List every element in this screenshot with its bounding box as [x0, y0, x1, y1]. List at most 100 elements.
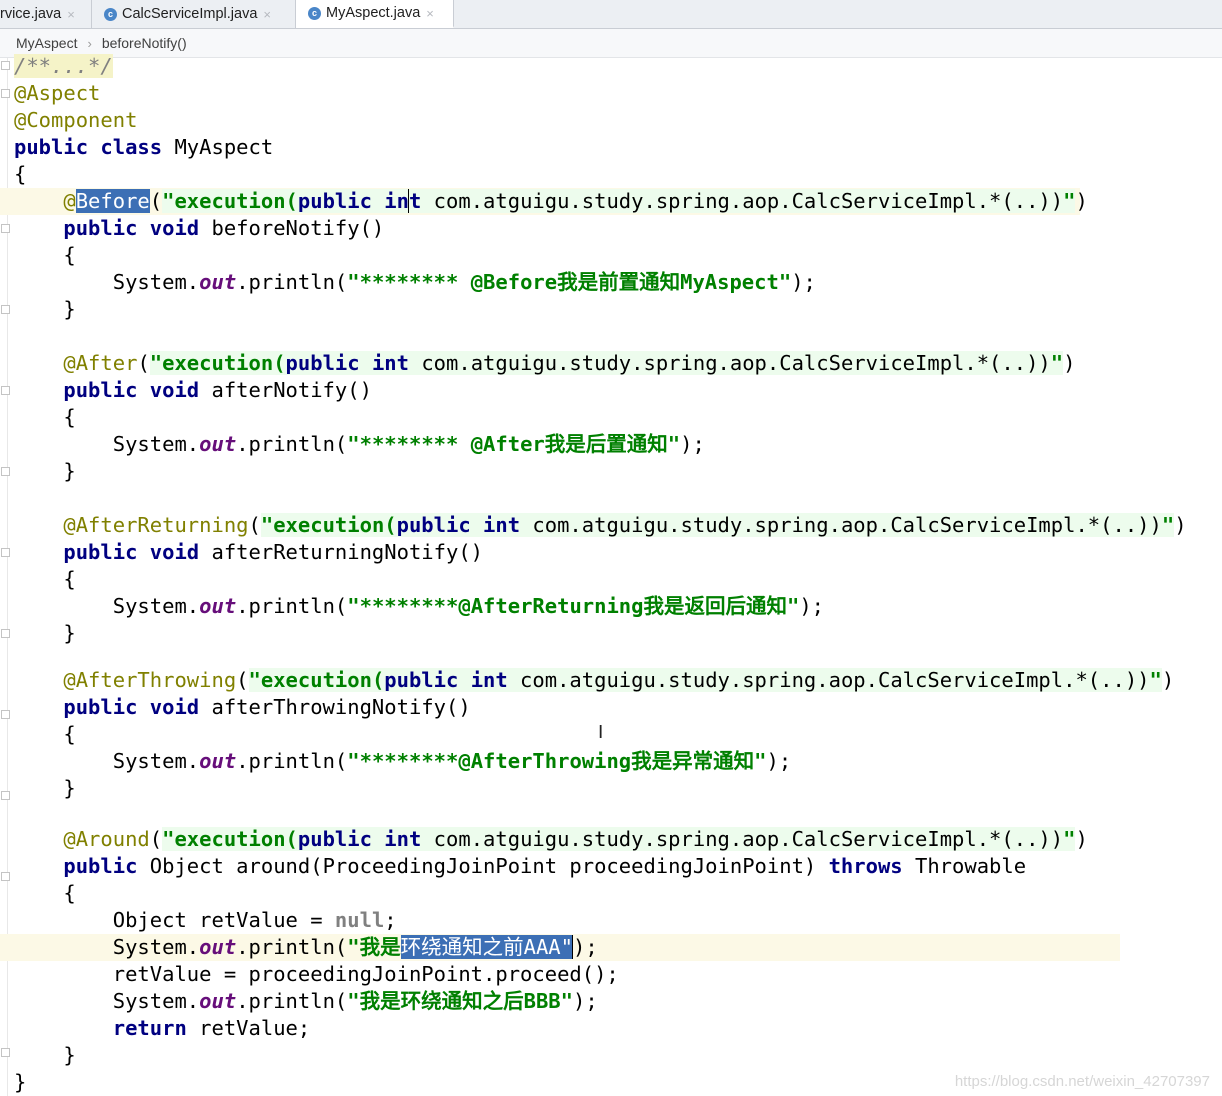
brace: } — [63, 1043, 76, 1067]
brace: } — [14, 1070, 27, 1094]
tab-label: CalcServiceImpl.java — [122, 6, 258, 22]
tab-calcserviceimpl-java[interactable]: c CalcServiceImpl.java × — [92, 0, 296, 28]
code-line: System.out.println("********@AfterThrowi… — [0, 748, 1222, 775]
paren: ) — [1174, 513, 1187, 537]
code-text: .println( — [236, 270, 348, 294]
code-line: { — [0, 161, 1222, 188]
type-name: Throwable — [902, 854, 1027, 878]
string: "********@AfterReturning我是返回后通知" — [347, 594, 800, 618]
keyword: throws — [828, 854, 903, 878]
close-icon[interactable]: × — [263, 7, 271, 22]
keyword: null — [334, 908, 385, 932]
code-line: @Around("execution(public int com.atguig… — [0, 826, 1222, 853]
code-line: @Component — [0, 107, 1222, 134]
brace: { — [63, 243, 76, 267]
string: execution( — [174, 189, 298, 213]
selected-text: 环绕通知之前AAA" — [400, 935, 573, 959]
code-line: public void afterReturningNotify() — [0, 539, 1222, 566]
code-line: { — [0, 404, 1222, 431]
string: " — [248, 668, 261, 692]
code-text: Object retValue = — [112, 908, 335, 932]
string: execution( — [273, 513, 397, 537]
chevron-right-icon: › — [87, 35, 92, 51]
code-line: { — [0, 721, 1222, 748]
string: " — [1161, 513, 1175, 537]
mouse-ibeam-icon: I — [598, 722, 604, 743]
code-line-current: @Before("execution(public int com.atguig… — [0, 188, 1088, 215]
tab-service-java[interactable]: rvice.java × — [0, 0, 92, 28]
paren: ) — [1075, 827, 1088, 851]
code-line: public Object around(ProceedingJoinPoint… — [0, 853, 1222, 880]
string: "********@AfterThrowing我是异常通知" — [347, 749, 767, 773]
keyword: public — [396, 513, 471, 537]
tab-label: rvice.java — [0, 6, 62, 22]
code-text: System. — [112, 594, 200, 618]
brace: { — [63, 881, 76, 905]
code-line: @AfterReturning("execution(public int co… — [0, 512, 1222, 539]
class-icon: c — [104, 7, 117, 21]
paren: ) — [1161, 668, 1175, 692]
string: " — [162, 189, 175, 213]
keyword: in — [384, 189, 409, 213]
code-text: System. — [112, 432, 200, 456]
selected-text: Before — [75, 189, 150, 213]
code-line: @After("execution(public int com.atguigu… — [0, 350, 1222, 377]
string: "我是环绕通知之后BBB" — [347, 989, 573, 1013]
code-text: ); — [573, 989, 598, 1013]
code-text: System. — [112, 270, 200, 294]
brace: { — [14, 162, 27, 186]
field: out — [199, 594, 237, 618]
field: out — [199, 989, 237, 1013]
code-text: ); — [766, 749, 792, 773]
method-name: afterThrowingNotify() — [199, 695, 471, 719]
paren: ( — [137, 351, 150, 375]
code-line: System.out.println("********@AfterReturn… — [0, 593, 1222, 620]
code-line: public class MyAspect — [0, 134, 1222, 161]
class-name: MyAspect — [162, 135, 274, 159]
breadcrumb-method[interactable]: beforeNotify() — [102, 35, 187, 51]
keyword: public — [285, 351, 360, 375]
code-line: return retValue; — [0, 1015, 1222, 1042]
keyword: public void — [63, 216, 200, 240]
pointcut: com.atguigu.study.spring.aop.CalcService… — [507, 668, 1150, 692]
code-text: ); — [799, 594, 825, 618]
paren: ( — [236, 668, 249, 692]
code-line-current: System.out.println("我是环绕通知之前AAA"); — [0, 934, 1120, 961]
code-text: System. — [112, 935, 200, 959]
keyword: int — [384, 827, 422, 851]
code-line: { — [0, 242, 1222, 269]
annotation: @AfterReturning — [63, 513, 249, 537]
tab-myaspect-java[interactable]: c MyAspect.java × — [296, 0, 454, 28]
code-text: ); — [791, 270, 816, 294]
string: execution( — [260, 668, 385, 692]
close-icon[interactable]: × — [426, 6, 434, 21]
code-line: /**...*/ — [0, 53, 1222, 80]
code-text: retValue = proceedingJoinPoint.proceed()… — [112, 962, 619, 986]
string: " — [260, 513, 274, 537]
code-editor[interactable]: /**...*/ @Aspect @Component public class… — [0, 54, 1222, 1096]
method-signature: Object around(ProceedingJoinPoint procee… — [137, 854, 829, 878]
folded-comment[interactable]: /**...*/ — [14, 54, 113, 78]
string: execution( — [162, 351, 286, 375]
text-caret: ); — [572, 935, 598, 959]
code-text: .println( — [236, 749, 348, 773]
string: execution( — [174, 827, 298, 851]
breadcrumb-class[interactable]: MyAspect — [16, 35, 77, 51]
code-line: } — [0, 1042, 1222, 1069]
field: out — [199, 270, 237, 294]
brace: } — [63, 776, 76, 800]
paren: ) — [1075, 189, 1088, 213]
code-text: .println( — [236, 989, 348, 1013]
code-text: ; — [384, 908, 397, 932]
keyword: public void — [63, 378, 200, 402]
annotation: @Aspect — [14, 81, 101, 105]
close-icon[interactable]: × — [67, 7, 75, 22]
annotation: @AfterThrowing — [63, 668, 237, 692]
string: "******** @Before我是前置通知MyAspect" — [347, 270, 792, 294]
code-line: public void beforeNotify() — [0, 215, 1222, 242]
string: "******** @After我是后置通知" — [347, 432, 681, 456]
paren: ( — [248, 513, 261, 537]
class-icon: c — [308, 6, 321, 20]
text-caret: t — [407, 189, 422, 213]
watermark: https://blog.csdn.net/weixin_42707397 — [954, 1073, 1210, 1090]
